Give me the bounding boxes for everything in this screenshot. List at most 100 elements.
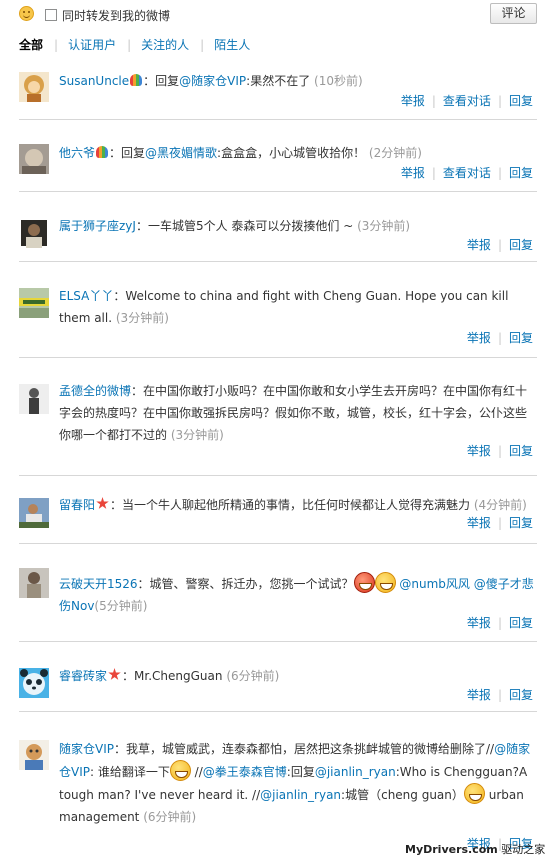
grin-emoticon-icon (463, 783, 485, 804)
action-separator: | (497, 688, 502, 702)
action-separator: | (497, 516, 502, 530)
watermark-brand: 驱动之家 (501, 843, 546, 856)
report-link[interactable]: 举报 (467, 616, 491, 630)
comment-text: 属于狮子座zyJ：一车城管5个人 泰森可以分拨揍他们 ~ (3分钟前) (59, 215, 535, 237)
report-link[interactable]: 举报 (401, 94, 425, 108)
forward-label[interactable]: 同时转发到我的微博 (62, 7, 170, 24)
comment-text: 随家仓VIP：我草，城管威武，连泰森都怕，居然把这条挑衅城管的微博给删除了// @… (59, 738, 535, 828)
action-separator: | (497, 616, 502, 630)
comment-text: 孟德全的微博：在中国你敢打小贩吗？在中国你敢和女小学生去开房吗？在中国你有红十字… (59, 380, 535, 446)
comment-button[interactable]: 评论 (490, 3, 537, 24)
username-link[interactable]: 随家仓VIP (59, 742, 114, 756)
report-link[interactable]: 举报 (401, 166, 425, 180)
timestamp: (3分钟前) (357, 219, 411, 233)
comment-text: 云破天开1526：城管、警察、拆迁办，您挑一个试试？ @numb风风 @傻子才悲… (59, 572, 535, 617)
tab-all[interactable]: 全部 (19, 36, 43, 53)
timestamp: (4分钟前) (473, 498, 527, 512)
username-link[interactable]: ELSA丫丫 (59, 289, 113, 303)
comment-content: ：一车城管5个人 泰森可以分拨揍他们 ~ (135, 219, 354, 233)
view-dialog-link[interactable]: 查看对话 (443, 94, 491, 108)
rainbow-badge-icon (96, 146, 109, 158)
comment-content: :果然不在了 (246, 74, 311, 88)
tab-separator: | (200, 38, 205, 52)
report-link[interactable]: 举报 (467, 688, 491, 702)
avatar[interactable] (19, 384, 49, 414)
comment-content: ：Mr.ChengGuan (122, 669, 223, 683)
username-link[interactable]: 属于狮子座zyJ (59, 219, 136, 233)
comment-item: 睿睿砖家 ：Mr.ChengGuan (6分钟前) 举报 | 回复 (19, 654, 537, 712)
avatar[interactable] (19, 218, 49, 248)
report-link[interactable]: 举报 (467, 444, 491, 458)
avatar[interactable] (19, 740, 49, 770)
tab-following[interactable]: 关注的人 (141, 36, 189, 53)
avatar[interactable] (19, 72, 49, 102)
comment-content: ：城管、警察、拆迁办，您挑一个试试？ (137, 577, 354, 591)
shouting-emoticon-icon (353, 572, 375, 593)
mention-link[interactable]: @黑夜媚情歌 (145, 146, 217, 160)
username-link[interactable]: 孟德全的微博 (59, 384, 131, 398)
reply-link[interactable]: 回复 (509, 616, 533, 630)
laughing-emoticon-icon (169, 760, 191, 781)
comment-item: 云破天开1526：城管、警察、拆迁办，您挑一个试试？ @numb风风 @傻子才悲… (19, 556, 537, 642)
avatar[interactable] (19, 498, 49, 528)
reply-link[interactable]: 回复 (509, 166, 533, 180)
username-link[interactable]: SusanUncle (59, 74, 129, 88)
timestamp: (6分钟前) (226, 669, 280, 683)
compose-bar: 同时转发到我的微博 评论 (0, 0, 551, 30)
report-link[interactable]: 举报 (467, 331, 491, 345)
reply-link[interactable]: 回复 (509, 238, 533, 252)
reply-link[interactable]: 回复 (509, 688, 533, 702)
emoticon-icon[interactable] (19, 6, 34, 21)
avatar[interactable] (19, 288, 49, 318)
action-separator: | (497, 444, 502, 458)
comment-text: 他六爷 ：回复@黑夜媚情歌:盒盒盒，小心城管收拾你！ (2分钟前) (59, 142, 535, 164)
mention-link[interactable]: @随家仓VIP (179, 74, 246, 88)
forward-checkbox[interactable] (45, 9, 57, 21)
timestamp: (5分钟前) (94, 599, 148, 613)
reply-link[interactable]: 回复 (509, 331, 533, 345)
username-link[interactable]: 留春阳 (59, 498, 95, 512)
action-separator: | (497, 331, 502, 345)
report-link[interactable]: 举报 (467, 238, 491, 252)
timestamp: (6分钟前) (143, 810, 197, 824)
comment-content: ：回复 (143, 74, 180, 88)
comment-actions: 举报 | 回复 (467, 615, 533, 631)
action-separator: | (431, 94, 436, 108)
mention-link[interactable]: @numb风风 (399, 577, 470, 591)
username-link[interactable]: 云破天开1526 (59, 577, 138, 591)
mention-link[interactable]: @jianlin_ryan (315, 765, 396, 779)
mention-link[interactable]: @拳王泰森官博 (203, 765, 287, 779)
comment-actions: 举报 | 回复 (467, 443, 533, 459)
comment-content: :回复 (286, 765, 315, 779)
rainbow-badge-icon (130, 74, 143, 86)
star-badge-icon (96, 497, 109, 509)
site-watermark: MyDrivers.com 驱动之家 (405, 841, 545, 857)
comment-text: ELSA丫丫：Welcome to china and fight with C… (59, 285, 535, 329)
avatar[interactable] (19, 668, 49, 698)
avatar[interactable] (19, 568, 49, 598)
tab-strangers[interactable]: 陌生人 (214, 36, 250, 53)
comment-actions: 举报 | 回复 (467, 687, 533, 703)
action-separator: | (497, 94, 502, 108)
action-separator: | (497, 166, 502, 180)
tab-verified-users[interactable]: 认证用户 (68, 36, 116, 53)
username-link[interactable]: 他六爷 (59, 146, 95, 160)
comment-actions: 举报 | 回复 (467, 515, 533, 531)
comment-item: ELSA丫丫：Welcome to china and fight with C… (19, 274, 537, 358)
comment-text: SusanUncle ：回复@随家仓VIP:果然不在了 (10秒前) (59, 70, 535, 92)
report-link[interactable]: 举报 (467, 516, 491, 530)
comment-content: ：回复 (109, 146, 146, 160)
reply-link[interactable]: 回复 (509, 94, 533, 108)
comment-content: :盒盒盒，小心城管收拾你！ (217, 146, 366, 160)
mention-link[interactable]: @jianlin_ryan (260, 788, 341, 802)
avatar[interactable] (19, 144, 49, 174)
comment-content: ：我草，城管威武，连泰森都怕，居然把这条挑衅城管的微博给删除了// (114, 742, 495, 756)
view-dialog-link[interactable]: 查看对话 (443, 166, 491, 180)
reply-link[interactable]: 回复 (509, 444, 533, 458)
comment-text: 睿睿砖家 ：Mr.ChengGuan (6分钟前) (59, 665, 535, 687)
action-separator: | (431, 166, 436, 180)
star-badge-icon (108, 668, 121, 680)
reply-link[interactable]: 回复 (509, 516, 533, 530)
tab-separator: | (127, 38, 132, 52)
username-link[interactable]: 睿睿砖家 (59, 669, 107, 683)
